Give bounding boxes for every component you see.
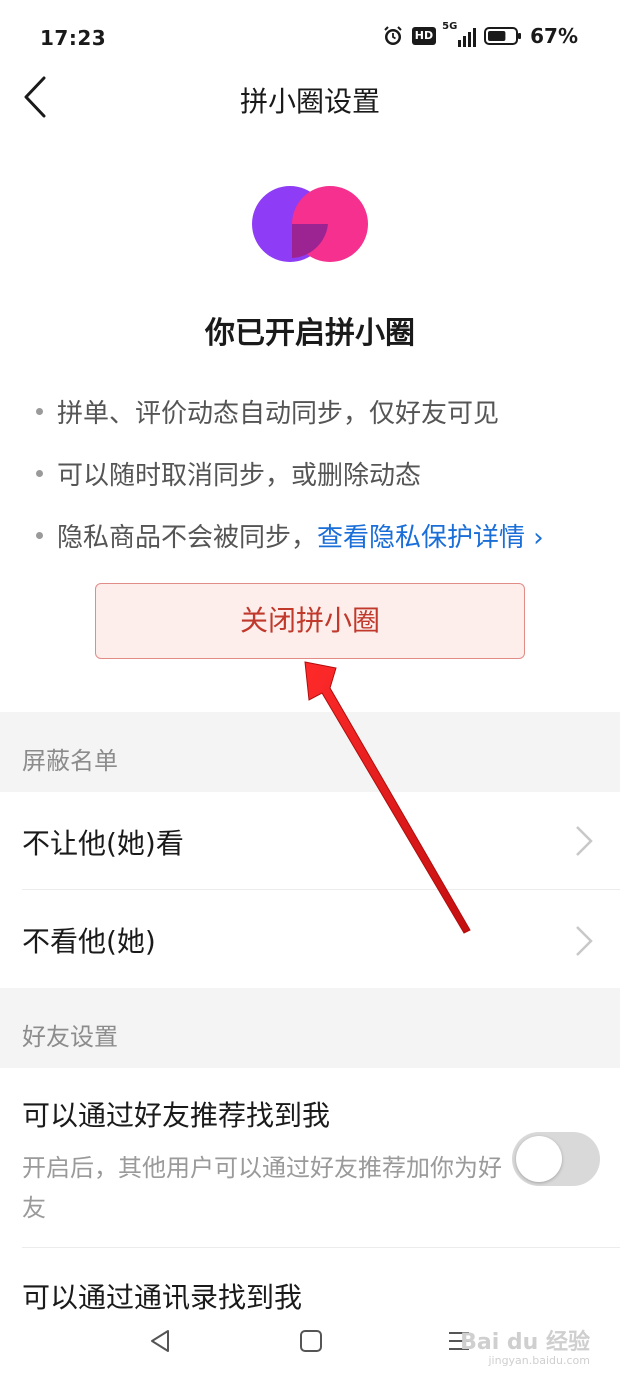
battery-percent: 67%: [530, 24, 578, 48]
recommendation-toggle[interactable]: [512, 1132, 600, 1186]
baidu-watermark: Bai du 经验 jingyan.baidu.com: [460, 1330, 590, 1367]
list-item: 拼单、评价动态自动同步，仅好友可见: [36, 380, 606, 442]
alarm-icon: [384, 26, 402, 45]
bullet-dot: [36, 469, 43, 477]
row-label: 不看他(她): [22, 925, 156, 958]
nav-bar: 拼小圈设置: [0, 76, 620, 120]
list-item: 隐私商品不会被同步， 查看隐私保护详情 ›: [36, 504, 606, 566]
list-item: 可以随时取消同步，或删除动态: [36, 442, 606, 504]
status-time: 17:23: [40, 26, 107, 50]
row-find-via-recommendation: 可以通过好友推荐找到我 开启后，其他用户可以通过好友推荐加你为好友: [0, 1068, 620, 1248]
row-description: 开启后，其他用户可以通过好友推荐加你为好友: [22, 1154, 502, 1222]
overlapping-circles-logo: [252, 186, 368, 262]
chevron-right-icon: [576, 826, 593, 856]
section-header-block-list: 屏蔽名单: [0, 712, 620, 792]
battery-icon: [484, 27, 522, 45]
privacy-details-link[interactable]: 查看隐私保护详情 ›: [317, 517, 544, 554]
row-find-via-contacts[interactable]: 可以通过通讯录找到我: [0, 1248, 620, 1314]
row-label: 可以通过好友推荐找到我: [22, 1099, 331, 1132]
close-pinxiaoquan-button[interactable]: 关闭拼小圈: [95, 583, 525, 659]
section-header-friend-settings: 好友设置: [0, 988, 620, 1068]
hd-icon: HD: [411, 27, 437, 45]
row-hide-from[interactable]: 不让他(她)看: [0, 792, 620, 890]
toggle-knob: [516, 1136, 562, 1182]
feature-list: 拼单、评价动态自动同步，仅好友可见 可以随时取消同步，或删除动态 隐私商品不会被…: [36, 380, 606, 566]
status-bar: 17:23 HD 5G 67%: [0, 0, 620, 76]
home-square-icon[interactable]: [296, 1326, 326, 1356]
page-title: 拼小圈设置: [239, 85, 380, 118]
chevron-right-icon: [576, 926, 593, 956]
enabled-title: 你已开启拼小圈: [205, 316, 415, 351]
bullet-dot: [36, 407, 43, 415]
5g-signal-icon: 5G: [442, 21, 477, 47]
back-triangle-icon[interactable]: [146, 1326, 176, 1356]
bullet-dot: [36, 531, 43, 539]
status-icons: HD 5G 67%: [382, 21, 578, 48]
row-label: 不让他(她)看: [22, 827, 184, 860]
row-dont-see[interactable]: 不看他(她): [0, 890, 620, 988]
